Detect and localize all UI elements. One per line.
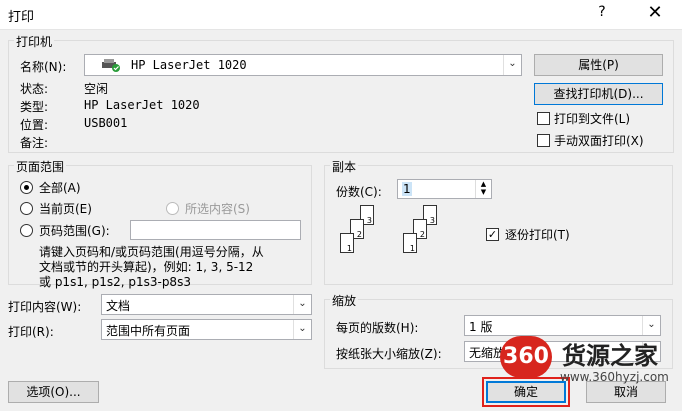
copies-legend: 副本 [330, 158, 359, 175]
spin-buttons[interactable]: ▲ ▼ [475, 180, 491, 198]
pages-per-sheet-select[interactable]: 1 版 ⌄ [464, 315, 661, 336]
chevron-down-icon: ⌄ [293, 295, 311, 314]
printer-name-value: HP LaserJet 1020 [131, 58, 247, 72]
print-to-file-label: 打印到文件(L) [554, 112, 631, 126]
scale-label: 按纸张大小缩放(Z): [336, 347, 442, 361]
spin-down-icon[interactable]: ▼ [476, 188, 491, 196]
help-button[interactable]: ? [590, 4, 614, 26]
location-value: USB001 [84, 116, 128, 130]
spin-up-icon[interactable]: ▲ [476, 180, 491, 188]
page-card: 1 [340, 233, 354, 253]
page-range-pages-radio[interactable] [20, 224, 33, 237]
printer-icon [101, 58, 121, 72]
watermark-title: 货源之家 [562, 342, 658, 370]
close-button[interactable]: ✕ [640, 2, 670, 26]
find-printer-button[interactable]: 查找打印机(D)... [534, 83, 663, 105]
page-range-input[interactable] [130, 220, 301, 240]
print-value: 范围中所有页面 [106, 324, 191, 338]
zoom-legend: 缩放 [330, 292, 359, 309]
pages-per-sheet-label: 每页的版数(H): [336, 321, 419, 335]
printer-name-select[interactable]: HP LaserJet 1020 ⌄ [84, 54, 522, 76]
chevron-down-icon: ⌄ [642, 316, 660, 335]
pages-per-sheet-value: 1 版 [469, 320, 493, 334]
type-value: HP LaserJet 1020 [84, 98, 200, 112]
type-label: 类型: [20, 100, 49, 114]
collate-checkbox[interactable]: ✓ [486, 228, 499, 241]
chevron-down-icon: ⌄ [293, 320, 311, 339]
copies-count-value: 1 [402, 182, 412, 196]
page-range-current-radio[interactable] [20, 202, 33, 215]
print-to-file-checkbox[interactable] [537, 112, 550, 125]
collate-stack-1: 3 2 1 [340, 205, 380, 261]
copies-count-input[interactable]: 1 ▲ ▼ [397, 179, 492, 199]
page-range-all-label: 全部(A) [39, 181, 81, 195]
chevron-down-icon: ⌄ [503, 55, 521, 75]
print-select[interactable]: 范围中所有页面 ⌄ [101, 319, 312, 340]
manual-duplex-label: 手动双面打印(X) [554, 134, 644, 148]
options-button[interactable]: 选项(O)... [8, 381, 99, 403]
window-title: 打印 [8, 10, 35, 25]
status-label: 状态: [20, 82, 49, 96]
page-range-selection-label: 所选内容(S) [185, 202, 250, 216]
print-what-select[interactable]: 文档 ⌄ [101, 294, 312, 315]
page-range-hint-line3: 或 p1s1, p1s2, p1s3-p8s3 [39, 275, 191, 289]
printer-name-label: 名称(N): [20, 60, 67, 74]
print-label: 打印(R): [8, 325, 54, 339]
comment-label: 备注: [20, 136, 49, 150]
status-value: 空闲 [84, 82, 109, 96]
location-label: 位置: [20, 118, 49, 132]
page-range-pages-label: 页码范围(G): [39, 224, 110, 238]
title-bar: 打印 ? ✕ [0, 0, 682, 30]
page-card: 1 [403, 233, 417, 253]
watermark-url: www.360hyzj.com [560, 370, 669, 384]
print-what-label: 打印内容(W): [8, 300, 82, 314]
manual-duplex-checkbox[interactable] [537, 134, 550, 147]
page-range-legend: 页面范围 [14, 158, 67, 175]
printer-legend: 打印机 [14, 33, 55, 50]
collate-label: 逐份打印(T) [505, 228, 570, 242]
cancel-button[interactable]: 取消 [586, 381, 666, 403]
ok-button[interactable]: 确定 [482, 377, 570, 407]
properties-button[interactable]: 属性(P) [534, 54, 663, 76]
page-range-current-label: 当前页(E) [39, 202, 92, 216]
page-range-all-radio[interactable] [20, 181, 33, 194]
collate-stack-2: 3 2 1 [403, 205, 443, 261]
page-range-selection-radio[interactable] [166, 202, 179, 215]
print-what-value: 文档 [106, 299, 131, 313]
copies-count-label: 份数(C): [336, 185, 382, 199]
watermark-logo: 360 [500, 336, 552, 378]
